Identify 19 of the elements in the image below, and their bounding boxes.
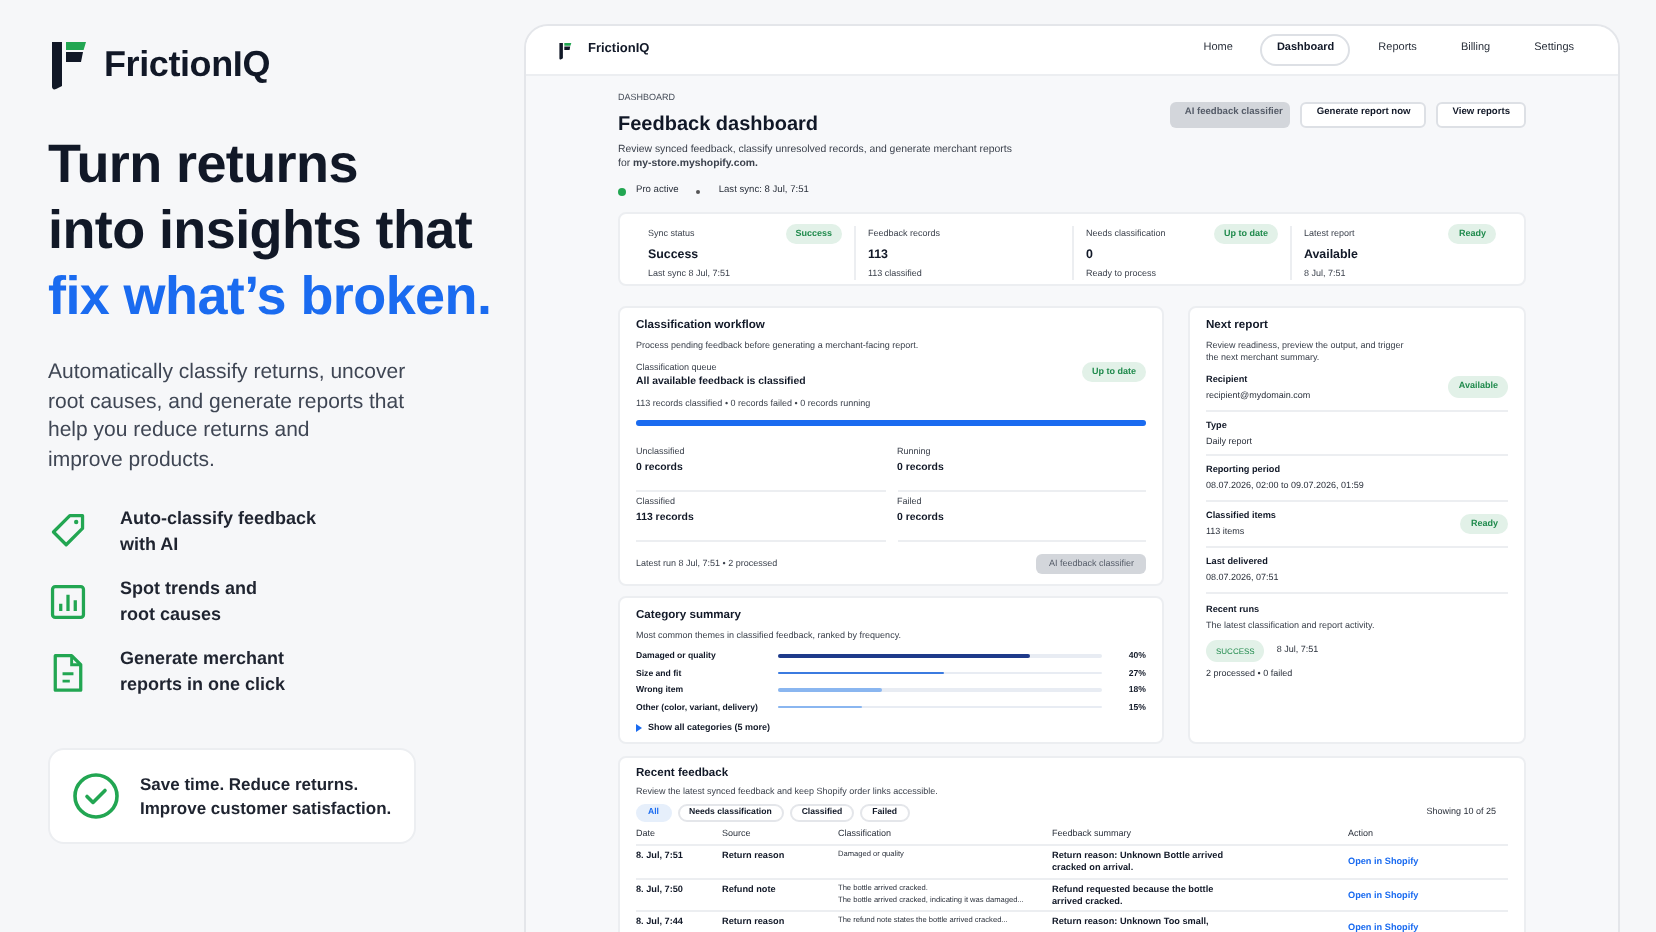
headline-highlight: fix what’s broken.: [48, 264, 492, 330]
page-title: Feedback dashboard: [618, 111, 819, 138]
feature-text: Auto-classify feedback with AI: [120, 506, 317, 557]
document-icon: [48, 651, 88, 692]
check-circle-icon: [72, 772, 120, 821]
headline: Turn returns: [48, 132, 358, 198]
caret-icon: [636, 724, 642, 733]
feature-text: Spot trends and root causes: [120, 576, 258, 627]
logo-icon: [48, 40, 88, 90]
hero-description: Automatically classify returns, uncover root causes, and generate reports that help you reduce returns and improve products.: [48, 358, 406, 475]
brand-name: FrictionIQ: [104, 42, 270, 88]
feature-text: Generate merchant reports in one click: [120, 646, 286, 697]
bar-chart-icon: [48, 581, 88, 622]
tag-icon: [48, 511, 88, 552]
separator-dot-icon: [696, 190, 701, 195]
headline: into insights that: [48, 198, 473, 264]
status-dot-icon: [618, 188, 626, 197]
logo-icon: [558, 41, 572, 59]
callout-text: Save time. Reduce returns. Improve customer satisfaction.: [140, 772, 392, 821]
